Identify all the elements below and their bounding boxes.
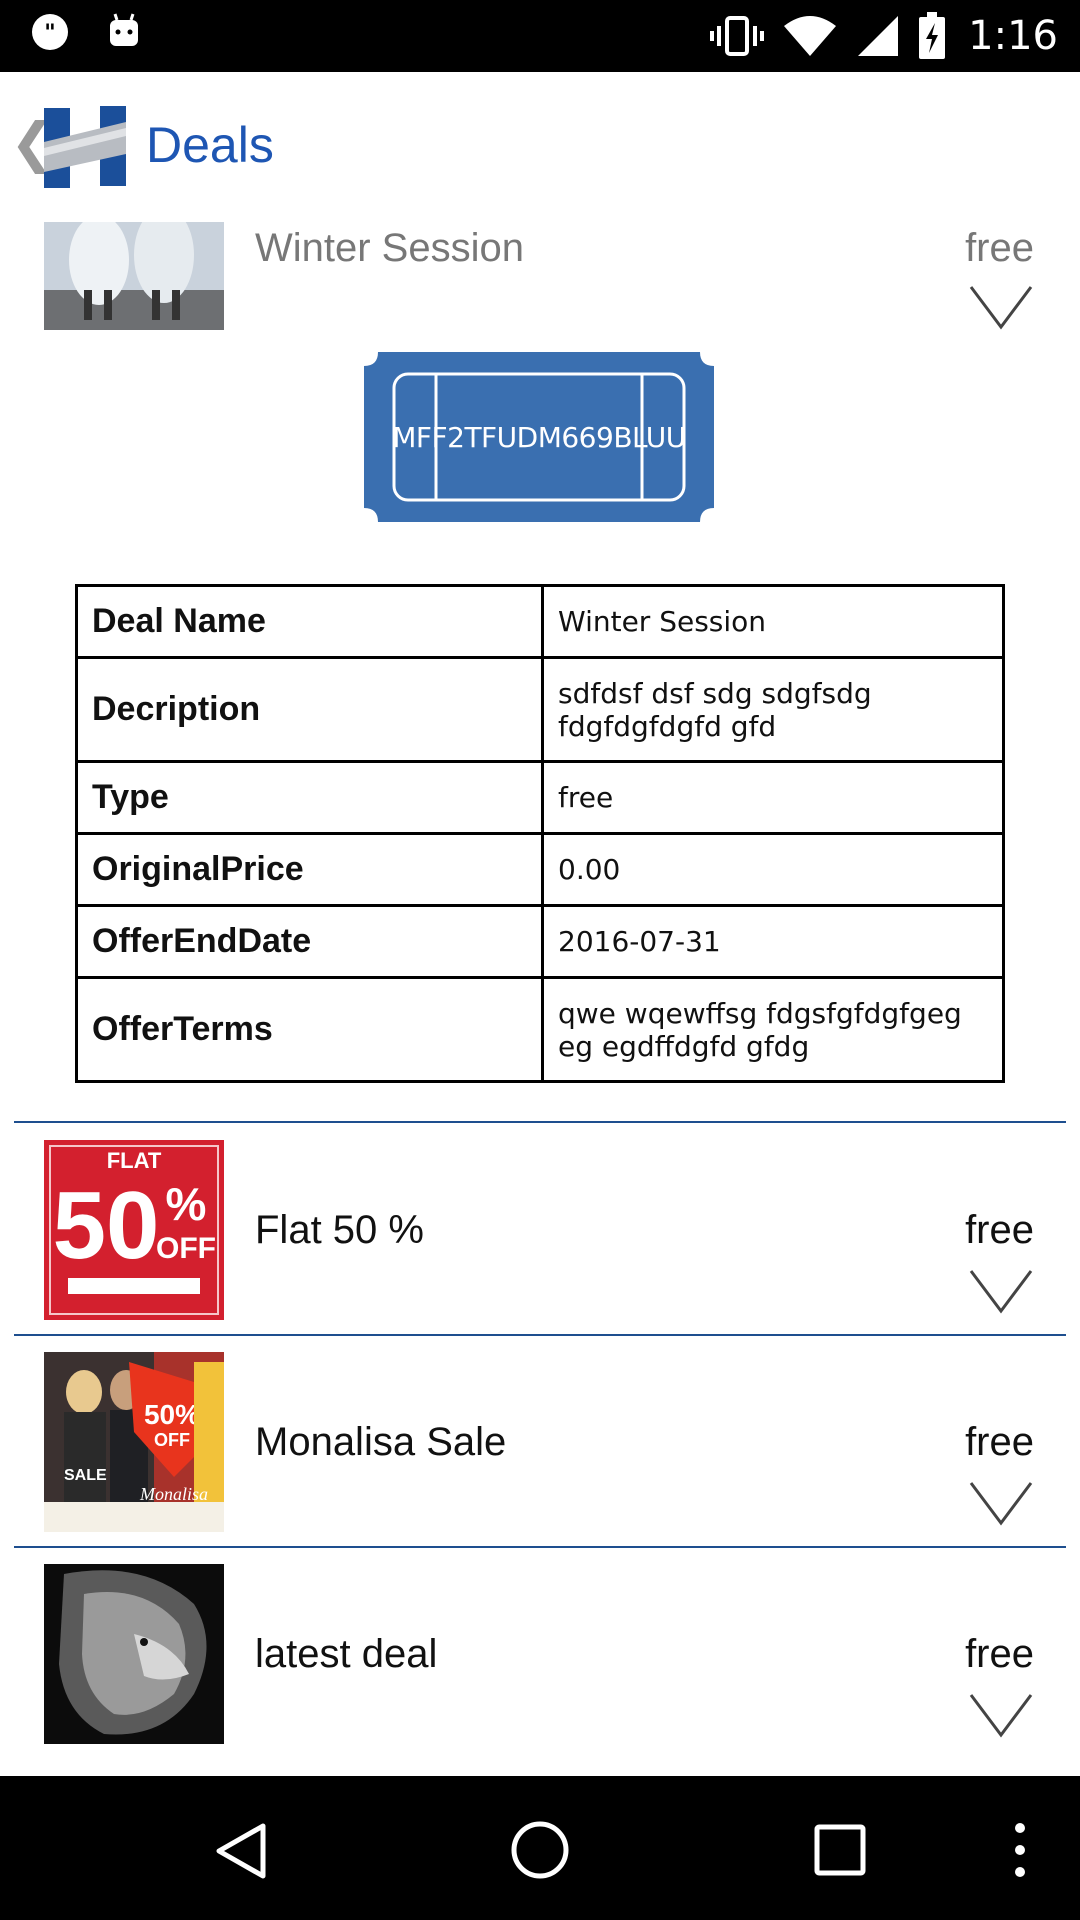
table-row: Type free	[75, 760, 1005, 835]
svg-text:SALE: SALE	[64, 1467, 107, 1484]
chevron-down-icon[interactable]	[968, 1268, 1034, 1314]
detail-key: Decription	[75, 656, 544, 763]
detail-key: OfferTerms	[75, 976, 544, 1083]
winter-session-thumbnail	[44, 222, 224, 330]
detail-key: Type	[75, 760, 544, 835]
status-bar: " 1:16	[0, 0, 1080, 72]
signal-icon	[858, 16, 899, 56]
deal-type: free	[965, 1632, 1034, 1676]
deal-name: latest deal	[255, 1632, 438, 1676]
detail-value: sdfdsf dsf sdg sdgfsdg fdgfdgfdgfd gfd	[541, 656, 1005, 763]
detail-value: 2016-07-31	[541, 904, 1005, 979]
list-item-expanded[interactable]: Winter Session free	[0, 222, 1080, 344]
svg-text:OFF: OFF	[154, 1430, 190, 1450]
chevron-down-icon[interactable]	[968, 1480, 1034, 1526]
deal-list[interactable]: Winter Session free MFF2TFUDM669BLUU Dea…	[0, 222, 1080, 1776]
table-row: OriginalPrice 0.00	[75, 832, 1005, 907]
deal-type: free	[965, 1420, 1034, 1464]
clock: 1:16	[968, 13, 1058, 59]
table-row: Deal Name Winter Session	[75, 584, 1005, 659]
detail-value: free	[541, 760, 1005, 835]
deal-details-table: Deal Name Winter Session Decription sdfd…	[75, 584, 1005, 1083]
flat-50-off-thumbnail: FLAT 50 % OFF	[44, 1140, 224, 1320]
monalisa-sale-thumbnail: 50% OFF Monalisa SALE	[44, 1352, 224, 1532]
chevron-down-icon[interactable]	[968, 284, 1034, 330]
coupon-ticket[interactable]: MFF2TFUDM669BLUU	[364, 352, 714, 522]
list-item[interactable]: 50% OFF Monalisa SALE Monalisa Sale free	[0, 1336, 1080, 1546]
coupon-code: MFF2TFUDM669BLUU	[392, 420, 686, 454]
app-logo	[44, 106, 126, 188]
home-nav-icon[interactable]	[510, 1820, 570, 1880]
svg-text:50%: 50%	[144, 1399, 200, 1430]
app-bar: ❮ Deals	[0, 72, 1080, 222]
deal-name: Winter Session	[255, 226, 524, 270]
svg-text:OFF: OFF	[156, 1232, 216, 1265]
overflow-menu-icon[interactable]	[1008, 1820, 1032, 1880]
svg-text:": "	[44, 21, 55, 46]
battery-charging-icon	[919, 12, 946, 59]
detail-value: qwe wqewffsg fdgsfgfdgfgeg eg egdffdgfd …	[541, 976, 1005, 1083]
table-row: OfferEndDate 2016-07-31	[75, 904, 1005, 979]
detail-key: OriginalPrice	[75, 832, 544, 907]
deal-type: free	[965, 1208, 1034, 1252]
page-title: Deals	[146, 117, 274, 173]
wifi-icon	[784, 16, 837, 56]
detail-value: Winter Session	[541, 584, 1005, 659]
svg-text:FLAT: FLAT	[107, 1148, 162, 1173]
android-notification-icon	[110, 13, 138, 46]
divider	[14, 1121, 1066, 1123]
detail-key: OfferEndDate	[75, 904, 544, 979]
svg-text:50: 50	[53, 1172, 160, 1279]
detail-value: 0.00	[541, 832, 1005, 907]
recents-nav-icon[interactable]	[814, 1824, 866, 1876]
list-item[interactable]: latest deal free	[0, 1548, 1080, 1758]
table-row: Decription sdfdsf dsf sdg sdgfsdg fdgfdg…	[75, 656, 1005, 763]
detail-key: Deal Name	[75, 584, 544, 659]
svg-text:%: %	[166, 1178, 207, 1230]
back-nav-icon[interactable]	[213, 1822, 269, 1880]
chevron-down-icon[interactable]	[968, 1692, 1034, 1738]
deal-type: free	[965, 226, 1034, 270]
table-row: OfferTerms qwe wqewffsg fdgsfgfdgfgeg eg…	[75, 976, 1005, 1083]
vibrate-icon	[710, 16, 765, 56]
quote-notification-icon: "	[32, 14, 68, 50]
svg-text:Monalisa: Monalisa	[139, 1484, 208, 1504]
deal-name: Monalisa Sale	[255, 1420, 507, 1464]
lion-thumbnail	[44, 1564, 224, 1744]
deal-name: Flat 50 %	[255, 1208, 424, 1252]
navigation-bar	[0, 1776, 1080, 1920]
list-item[interactable]: FLAT 50 % OFF Flat 50 % free	[0, 1124, 1080, 1334]
